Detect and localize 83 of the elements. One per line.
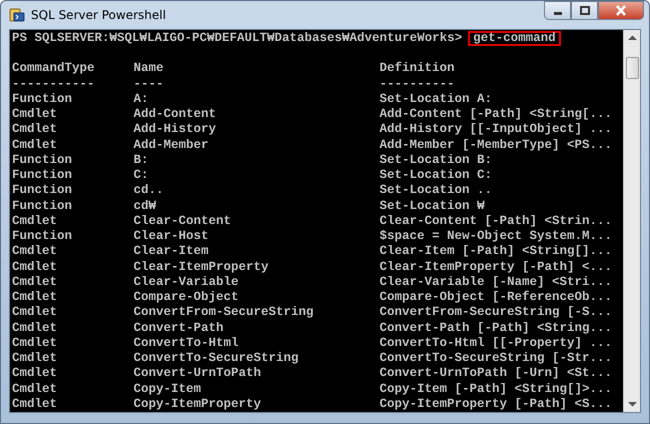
command-type: Cmdlet <box>12 107 58 121</box>
command-definition: ConvertFrom-SecureString [-S... <box>380 305 612 320</box>
scrollbar-thumb[interactable] <box>626 56 638 79</box>
command-type: Cmdlet <box>12 336 58 350</box>
command-type: Cmdlet <box>12 351 58 365</box>
command-type: Cmdlet <box>12 138 58 152</box>
command-name: Clear-Variable <box>134 274 239 289</box>
command-type: Function <box>12 152 72 167</box>
command-type: Cmdlet <box>12 320 58 334</box>
command-name: cd₩ <box>134 198 156 212</box>
command-type: Cmdlet <box>12 382 58 396</box>
command-definition: Set-Location ₩ <box>380 198 485 214</box>
command-type: Function <box>12 198 72 212</box>
command-name: Add-Member <box>134 138 209 152</box>
command-name: Compare-Object <box>134 290 239 304</box>
column-heading: Name <box>134 61 164 76</box>
command-definition: Set-Location B: <box>380 152 492 168</box>
command-definition: Copy-ItemProperty [-Path] <S... <box>380 396 612 412</box>
command-type: Cmdlet <box>12 122 58 136</box>
command-name: cd.. <box>134 183 164 198</box>
command-definition: Clear-Item [-Path] <String[]... <box>380 244 612 260</box>
command-definition: $space = New-Object System.M... <box>380 229 612 244</box>
column-rule: ----------- <box>12 76 95 90</box>
command-name: ConvertTo-Html <box>134 336 239 350</box>
command-type: Cmdlet <box>12 305 58 320</box>
command-definition: Set-Location .. <box>380 183 492 198</box>
minimize-icon <box>554 12 562 15</box>
command-name: Add-Content <box>134 107 216 121</box>
command-definition: Add-History [[-InputObject] ... <box>380 122 612 138</box>
command-name: Clear-ItemProperty <box>134 260 269 274</box>
command-definition: Convert-UrnToPath [-Urn] <St... <box>380 366 612 382</box>
command-definition: Clear-ItemProperty [-Path] <... <box>380 260 612 275</box>
command-name: Clear-Host <box>134 229 209 243</box>
scrollbar[interactable] <box>623 30 640 412</box>
command-definition: Convert-Path [-Path] <String... <box>380 320 612 336</box>
column-heading: Definition <box>380 61 455 76</box>
command-type: Function <box>12 92 72 106</box>
command-type: Cmdlet <box>12 214 58 228</box>
command-type: Function <box>12 229 72 243</box>
command-definition: Set-Location C: <box>380 168 492 184</box>
maximize-icon <box>580 6 590 16</box>
command-definition: Add-Content [-Path] <String[... <box>380 107 612 122</box>
command-name: Clear-Item <box>134 244 209 258</box>
column-rule: ---------- <box>380 76 455 92</box>
command-name: Clear-Content <box>134 214 232 228</box>
column-rule: ---- <box>134 76 164 90</box>
command-type: Function <box>12 183 72 198</box>
command-name: Copy-Item <box>134 382 202 396</box>
command-name: ConvertFrom-SecureString <box>134 305 314 320</box>
window-title: SQL Server Powershell <box>31 6 166 24</box>
command-type: Cmdlet <box>12 396 58 411</box>
command-type: Cmdlet <box>12 260 58 274</box>
scroll-up-icon[interactable] <box>628 34 636 41</box>
close-icon <box>615 5 627 16</box>
column-heading: CommandType <box>12 61 95 76</box>
command-definition: ConvertTo-Html [[-Property] ... <box>380 336 612 351</box>
command-definition: ConvertTo-SecureString [-Str... <box>380 351 612 366</box>
minimize-button[interactable] <box>544 1 571 20</box>
command-name: A: <box>134 92 149 106</box>
command-type: Cmdlet <box>12 274 58 289</box>
command-name: ConvertTo-SecureString <box>134 351 299 365</box>
command-definition: Add-Member [-MemberType] <PS... <box>380 138 612 153</box>
maximize-button[interactable] <box>571 1 598 20</box>
command-definition: Clear-Variable [-Name] <Stri... <box>380 274 612 290</box>
command-type: Cmdlet <box>12 244 58 258</box>
command-text: get-command <box>468 30 561 46</box>
command-definition: Compare-Object [-ReferenceOb... <box>380 290 612 306</box>
console-app-icon <box>9 6 25 23</box>
command-type: Cmdlet <box>12 290 58 304</box>
command-name: Convert-Path <box>134 320 224 334</box>
command-definition: Set-Location A: <box>380 92 492 107</box>
command-name: Copy-ItemProperty <box>134 396 262 411</box>
command-definition: Clear-Content [-Path] <Strin... <box>380 214 612 229</box>
command-definition: Copy-Item [-Path] <String[]>... <box>380 382 612 397</box>
command-name: Add-History <box>134 122 216 136</box>
command-type: Function <box>12 168 72 182</box>
command-type: Cmdlet <box>12 366 58 380</box>
command-name: Convert-UrnToPath <box>134 366 262 380</box>
close-button[interactable] <box>598 1 644 20</box>
prompt-text: PS SQLSERVER:₩SQL₩LAIGO-PC₩DEFAULT₩Databases₩AdventureWorks> <box>12 30 462 46</box>
command-name: B: <box>134 152 149 167</box>
command-name: C: <box>134 168 149 182</box>
scroll-down-icon[interactable] <box>628 401 636 407</box>
